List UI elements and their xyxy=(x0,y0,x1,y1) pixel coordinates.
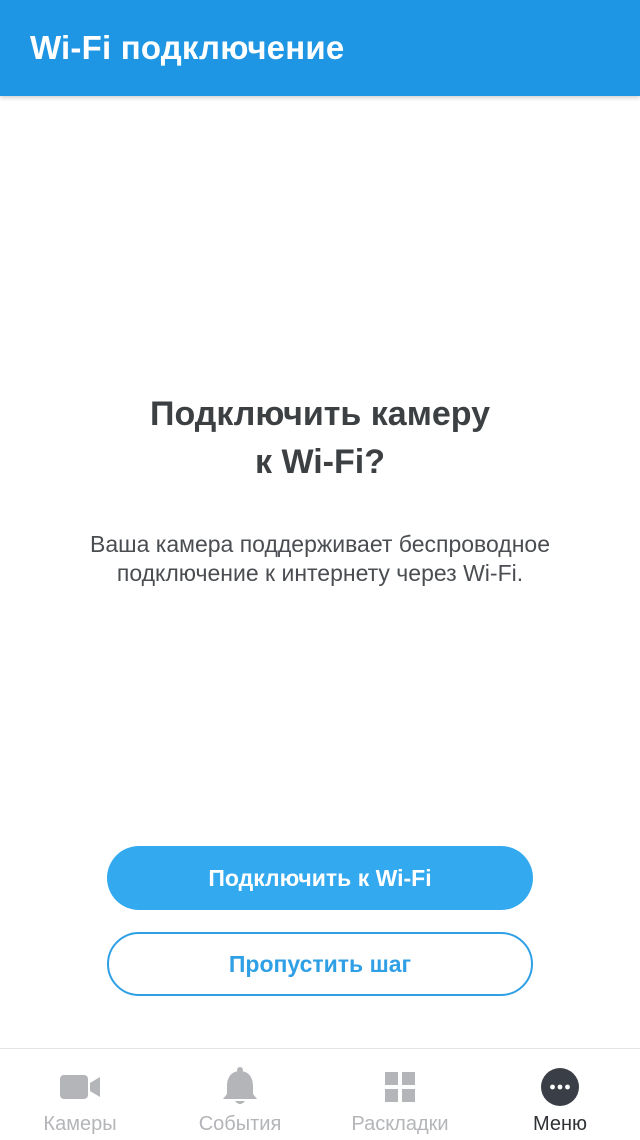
nav-item-events[interactable]: События xyxy=(160,1049,320,1140)
app-screen: Wi-Fi подключение Подключить камеру к Wi… xyxy=(0,0,640,1140)
app-bar: Wi-Fi подключение xyxy=(0,0,640,96)
skip-step-button-label: Пропустить шаг xyxy=(228,950,412,977)
prompt-heading-line-2: к Wi-Fi? xyxy=(254,443,385,481)
nav-item-cameras[interactable]: Камеры xyxy=(0,1049,160,1140)
nav-label-menu: Меню xyxy=(532,1113,588,1135)
camera-icon xyxy=(58,1067,102,1107)
page-title: Wi-Fi подключение xyxy=(30,29,345,66)
nav-label-events: События xyxy=(198,1113,282,1135)
connect-wifi-button[interactable]: Подключить к Wi-Fi xyxy=(107,846,533,910)
nav-item-menu[interactable]: Меню xyxy=(480,1049,640,1140)
prompt-heading: Подключить камеру к Wi-Fi? xyxy=(0,390,640,486)
prompt-description-line-2: подключение к интернету через Wi-Fi. xyxy=(116,560,524,586)
prompt-description-line-1: Ваша камера поддерживает беспроводное xyxy=(90,531,550,557)
bell-icon xyxy=(218,1067,262,1107)
bottom-navigation: Камеры События Раскладки Меню xyxy=(0,1048,640,1140)
prompt-description: Ваша камера поддерживает беспроводное по… xyxy=(0,530,640,588)
nav-label-layouts: Раскладки xyxy=(351,1113,449,1135)
nav-label-cameras: Камеры xyxy=(43,1113,117,1135)
prompt-heading-line-1: Подключить камеру xyxy=(150,395,490,433)
grid-icon xyxy=(378,1067,422,1107)
skip-step-button[interactable]: Пропустить шаг xyxy=(107,932,533,996)
connect-wifi-button-label: Подключить к Wi-Fi xyxy=(208,864,432,891)
wifi-prompt: Подключить камеру к Wi-Fi? Ваша камера п… xyxy=(0,390,640,588)
more-icon xyxy=(538,1067,582,1107)
nav-item-layouts[interactable]: Раскладки xyxy=(320,1049,480,1140)
